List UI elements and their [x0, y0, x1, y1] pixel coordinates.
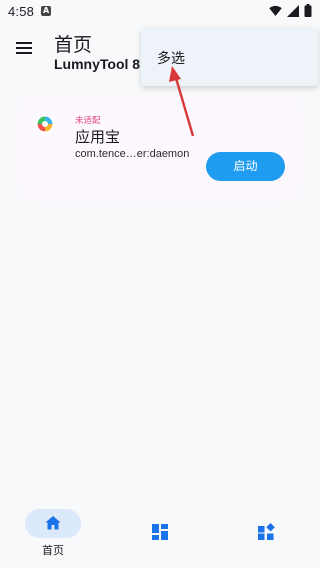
page-title: 首页	[54, 34, 93, 56]
status-time: 4:58	[8, 3, 35, 19]
dashboard-icon	[152, 524, 168, 540]
bottom-navigation: 首页	[0, 502, 320, 568]
signal-icon	[287, 4, 299, 17]
adaptation-badge: 未适配	[75, 116, 101, 126]
wifi-icon	[269, 5, 282, 16]
launch-button[interactable]: 启动	[206, 152, 285, 181]
nav-item-dashboard[interactable]	[107, 502, 213, 568]
home-icon	[45, 516, 61, 530]
overflow-popup-menu: 多选	[141, 28, 318, 86]
nav-item-widgets[interactable]	[214, 502, 320, 568]
nav-label-home: 首页	[42, 544, 64, 557]
app-logo-icon	[36, 115, 54, 133]
nav-item-home[interactable]: 首页	[0, 502, 106, 568]
menu-icon[interactable]	[14, 38, 34, 58]
notification-icon: A	[41, 6, 52, 16]
battery-icon	[304, 4, 312, 17]
status-icons	[269, 4, 312, 17]
app-subtitle: LumnyTool 8	[54, 56, 141, 72]
app-package-name: com.tence…er:daemon	[75, 148, 190, 160]
app-name: 应用宝	[75, 128, 121, 146]
widgets-icon	[258, 523, 275, 540]
status-bar: 4:58 A	[0, 0, 320, 22]
app-card[interactable]: 未适配 应用宝 com.tence…er:daemon 启动	[18, 96, 302, 201]
menu-item-multi-select[interactable]: 多选	[157, 48, 185, 68]
